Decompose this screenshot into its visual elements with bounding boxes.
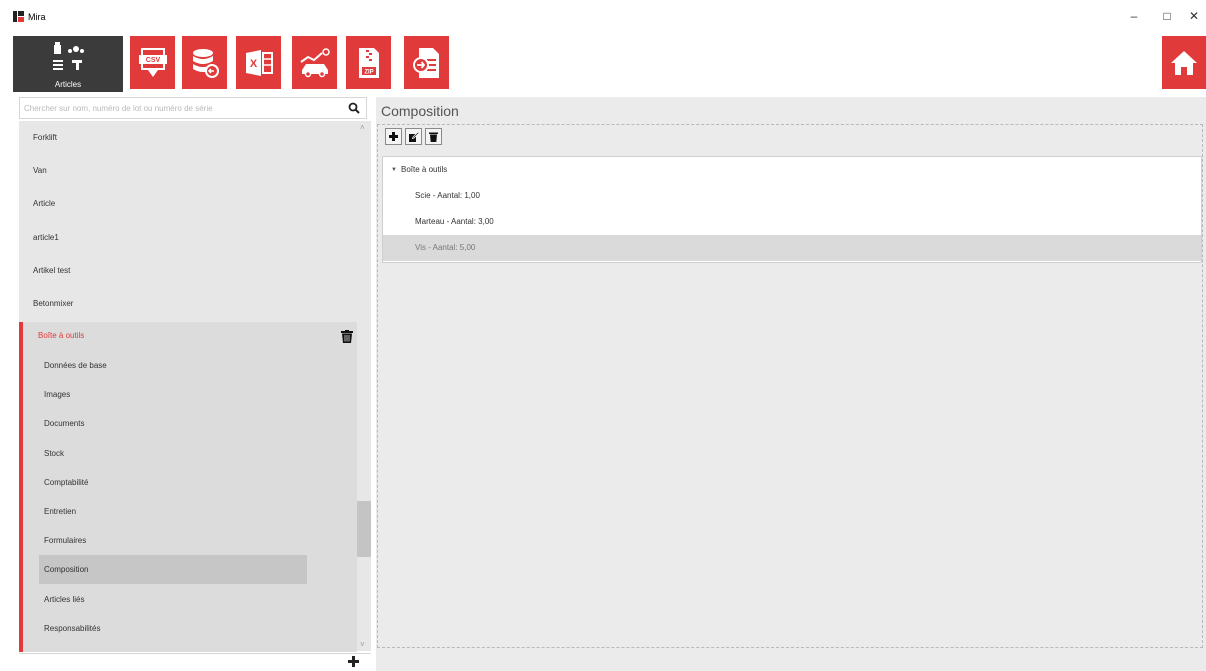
close-button[interactable]: ✕ — [1184, 8, 1204, 24]
pdf-import-button[interactable] — [404, 36, 449, 89]
menu-item-formulaires[interactable]: Formulaires — [39, 526, 307, 555]
csv-export-icon: CSV — [138, 47, 167, 77]
composition-tree: ▼ Boîte à outils Scie - Aantal: 1,00 Mar… — [382, 156, 1202, 263]
scroll-up-arrow-icon[interactable]: ˄ — [360, 123, 365, 132]
plus-icon — [389, 132, 398, 141]
edit-icon — [409, 132, 419, 142]
article-item-betonmixer[interactable]: Betonmixer — [19, 287, 357, 320]
selection-accent-bar — [19, 322, 23, 652]
svg-text:X: X — [249, 58, 257, 70]
database-button[interactable] — [182, 36, 227, 89]
csv-export-button[interactable]: CSV — [130, 36, 175, 89]
tree-root-label: Boîte à outils — [401, 165, 448, 174]
vehicle-report-button[interactable] — [292, 36, 337, 89]
tree-child-label: Scie - Aantal: 1,00 — [415, 191, 480, 200]
menu-item-stock[interactable]: Stock — [39, 439, 307, 468]
maximize-button[interactable]: □ — [1157, 8, 1177, 24]
svg-text:ZIP: ZIP — [364, 69, 373, 75]
edit-component-button[interactable] — [405, 128, 422, 145]
menu-item-responsabilites[interactable]: Responsabilités — [39, 614, 307, 643]
tree-child-row[interactable]: Marteau - Aantal: 3,00 — [383, 209, 1201, 235]
articles-label: Articles — [54, 80, 82, 89]
search-box — [19, 97, 367, 119]
app-logo-icon — [13, 11, 24, 22]
delete-component-button[interactable] — [425, 128, 442, 145]
zip-export-button[interactable]: ZIP — [346, 36, 391, 89]
search-input[interactable] — [20, 98, 340, 118]
articles-module-button[interactable]: Articles — [13, 36, 123, 92]
home-button[interactable] — [1162, 36, 1206, 89]
menu-item-images[interactable]: Images — [39, 380, 307, 409]
trash-icon — [429, 132, 438, 142]
article-item-article[interactable]: Article — [19, 187, 357, 220]
article-item-artikel-test[interactable]: Artikel test — [19, 254, 357, 287]
tree-child-row[interactable]: Scie - Aantal: 1,00 — [383, 183, 1201, 209]
zip-icon: ZIP — [358, 47, 379, 78]
selected-article-title[interactable]: Boîte à outils — [38, 331, 84, 340]
title-bar: Mira – □ ✕ — [0, 0, 1206, 33]
menu-item-entretien[interactable]: Entretien — [39, 497, 307, 526]
database-icon — [192, 48, 219, 78]
article-list: Forklift Van Article article1 Artikel te… — [19, 121, 371, 652]
list-scrollbar[interactable]: ˄ ˅ — [357, 121, 371, 651]
tree-child-label: Marteau - Aantal: 3,00 — [415, 217, 494, 226]
minimize-button[interactable]: – — [1124, 8, 1144, 24]
menu-item-donnees-de-base[interactable]: Données de base — [39, 351, 307, 380]
tree-child-row-selected[interactable]: Vis - Aantal: 5,00 — [383, 235, 1201, 261]
article-item-van[interactable]: Van — [19, 154, 357, 187]
composition-title: Composition — [381, 103, 459, 119]
expand-caret-icon[interactable]: ▼ — [391, 157, 397, 183]
add-component-button[interactable] — [385, 128, 402, 145]
menu-item-documents[interactable]: Documents — [39, 409, 307, 438]
pdf-import-icon — [412, 47, 439, 78]
excel-export-button[interactable]: X — [236, 36, 281, 89]
search-icon[interactable] — [348, 102, 360, 114]
scroll-thumb[interactable] — [357, 501, 371, 557]
menu-item-comptabilite[interactable]: Comptabilité — [39, 468, 307, 497]
svg-text:CSV: CSV — [145, 57, 160, 64]
add-article-icon[interactable] — [348, 656, 359, 667]
articles-icon — [53, 42, 84, 70]
main-toolbar: Articles CSV X ZIP — [0, 33, 1206, 96]
menu-item-composition[interactable]: Composition — [39, 555, 307, 584]
scroll-down-arrow-icon[interactable]: ˅ — [360, 640, 365, 649]
delete-article-icon[interactable] — [341, 330, 353, 343]
excel-icon: X — [245, 49, 273, 76]
menu-item-articles-lies[interactable]: Articles liés — [39, 585, 307, 614]
window-title: Mira — [28, 12, 46, 22]
tree-child-label: Vis - Aantal: 5,00 — [415, 243, 476, 252]
tree-root-row[interactable]: ▼ Boîte à outils — [383, 157, 1201, 183]
article-item-forklift[interactable]: Forklift — [19, 121, 357, 154]
add-article-bar — [19, 653, 371, 671]
car-chart-icon — [299, 47, 330, 77]
article-item-article1[interactable]: article1 — [19, 221, 357, 254]
home-icon — [1171, 50, 1197, 75]
